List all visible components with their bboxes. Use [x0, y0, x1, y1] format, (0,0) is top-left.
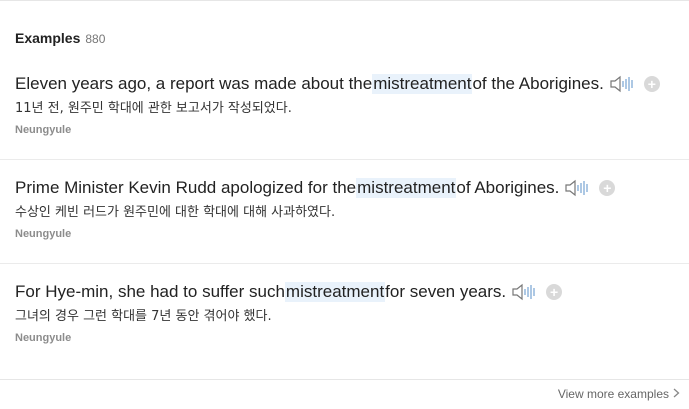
sentence-text: Prime Minister Kevin Rudd apologized for…	[15, 178, 357, 197]
example-korean-translation: 수상인 케빈 러드가 원주민에 대한 학대에 대해 사과하였다.	[15, 205, 336, 220]
example-korean-translation: 그녀의 경우 그런 학대를 7년 동안 겪어야 했다.	[15, 309, 272, 324]
highlighted-keyword: mistreatment	[284, 282, 386, 302]
sentence-text: Eleven years ago, a report was made abou…	[15, 74, 373, 93]
example-item: Prime Minister Kevin Rudd apologized for…	[0, 176, 689, 240]
speaker-icon[interactable]	[565, 178, 589, 198]
highlighted-keyword: mistreatment	[372, 74, 473, 94]
example-source: Neungyule	[15, 228, 72, 240]
example-english-sentence: Eleven years ago, a report was made abou…	[15, 72, 689, 96]
sentence-text: For Hye-min, she had to suffer such	[15, 282, 285, 301]
view-more-examples-link[interactable]: View more examples	[558, 387, 680, 401]
plus-circle-icon[interactable]: +	[599, 180, 616, 196]
sentence-text: of the Aborigines.	[472, 74, 604, 93]
divider	[0, 159, 689, 160]
plus-circle-icon[interactable]: +	[643, 76, 660, 92]
example-source: Neungyule	[15, 124, 72, 136]
examples-panel: Examples 880 Eleven years ago, a report …	[0, 0, 689, 409]
examples-title: Examples	[15, 30, 81, 46]
example-item: For Hye-min, she had to suffer such mist…	[0, 280, 689, 344]
divider	[0, 263, 689, 264]
example-english-sentence: For Hye-min, she had to suffer such mist…	[15, 280, 689, 304]
example-source: Neungyule	[15, 332, 72, 344]
view-more-label: View more examples	[557, 387, 669, 401]
sentence-text: of Aborigines.	[456, 178, 560, 197]
sentence-text: for seven years.	[385, 282, 507, 301]
plus-circle-icon[interactable]: +	[546, 284, 563, 300]
speaker-icon[interactable]	[610, 74, 634, 94]
example-korean-translation: 11년 전, 원주민 학대에 관한 보고서가 작성되었다.	[15, 101, 292, 116]
highlighted-keyword: mistreatment	[356, 178, 457, 198]
examples-header: Examples 880	[15, 30, 105, 46]
chevron-right-icon	[673, 387, 680, 401]
speaker-icon[interactable]	[512, 282, 536, 302]
example-english-sentence: Prime Minister Kevin Rudd apologized for…	[15, 176, 689, 200]
divider	[0, 379, 689, 380]
examples-count: 880	[85, 32, 106, 46]
example-item: Eleven years ago, a report was made abou…	[0, 72, 689, 136]
